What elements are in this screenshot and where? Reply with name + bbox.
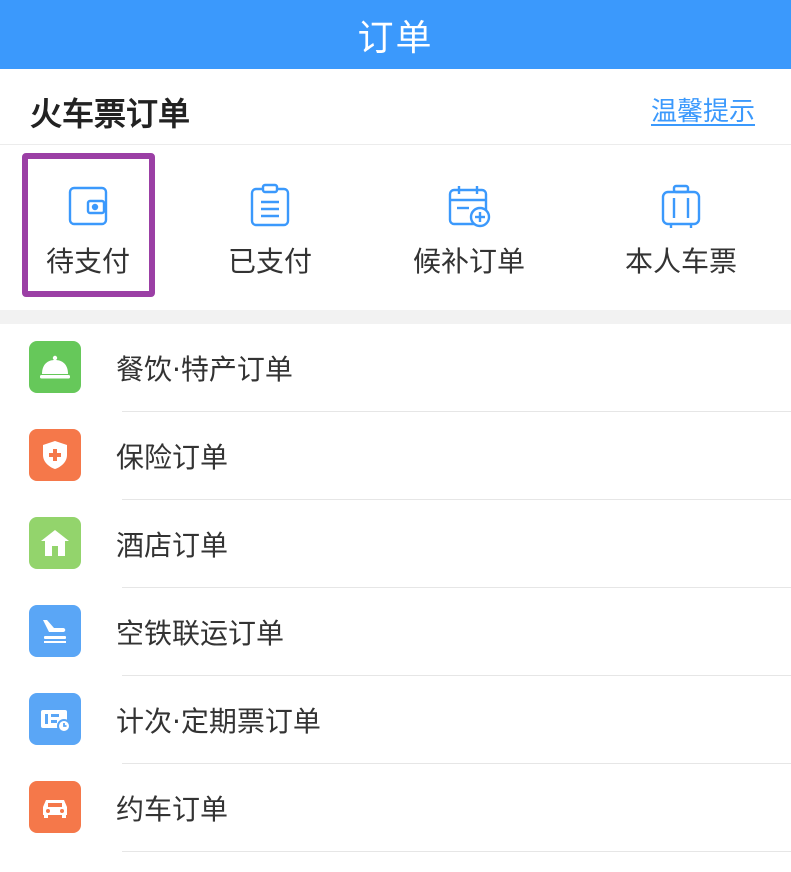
page-title: 订单	[357, 17, 434, 59]
suitcase-icon	[661, 184, 701, 228]
quick-action-label: 待支付	[45, 245, 130, 278]
waitlist-orders-button[interactable]: 候补订单	[398, 146, 540, 310]
section-title: 火车票订单	[30, 95, 191, 133]
list-item-insurance[interactable]: 保险订单	[0, 412, 791, 500]
train-orders-header: 火车票订单 温馨提示	[0, 69, 791, 145]
paid-button[interactable]: 已支付	[208, 146, 332, 310]
my-tickets-button[interactable]: 本人车票	[610, 146, 752, 310]
shield-plus-icon	[29, 429, 81, 481]
list-item-dining[interactable]: 餐饮·特产订单	[0, 324, 791, 412]
car-icon	[29, 781, 81, 833]
list-item-air-rail[interactable]: 空铁联运订单	[0, 588, 791, 676]
list-item-label: 约车订单	[116, 793, 229, 826]
pending-payment-button[interactable]: 待支付	[26, 146, 150, 310]
clipboard-icon	[250, 183, 290, 227]
section-divider	[0, 310, 791, 324]
list-item-ride-hailing[interactable]: 约车订单	[0, 764, 791, 852]
service-bell-icon	[29, 341, 81, 393]
list-item-label: 空铁联运订单	[116, 617, 285, 650]
quick-action-label: 已支付	[227, 245, 312, 278]
order-type-list: 餐饮·特产订单 保险订单 酒店订单 空铁联运订单 计次·定期票订单 约车订单	[0, 324, 791, 852]
quick-action-label: 本人车票	[624, 245, 737, 278]
plane-train-icon	[29, 605, 81, 657]
hotel-icon	[29, 517, 81, 569]
list-item-periodic-ticket[interactable]: 计次·定期票订单	[0, 676, 791, 764]
train-quick-actions: 待支付 已支付 候补订单 本人车票	[0, 146, 791, 310]
list-item-label: 酒店订单	[116, 529, 229, 562]
list-item-label: 餐饮·特产订单	[116, 353, 293, 386]
list-item-hotel[interactable]: 酒店订单	[0, 500, 791, 588]
quick-action-label: 候补订单	[412, 245, 525, 278]
list-item-label: 计次·定期票订单	[116, 705, 321, 738]
ticket-clock-icon	[29, 693, 81, 745]
calendar-add-icon	[448, 186, 491, 228]
list-item-label: 保险订单	[116, 441, 229, 474]
nav-bar: 订单	[0, 0, 791, 69]
tips-link[interactable]: 温馨提示	[651, 91, 755, 128]
wallet-icon	[68, 186, 108, 226]
